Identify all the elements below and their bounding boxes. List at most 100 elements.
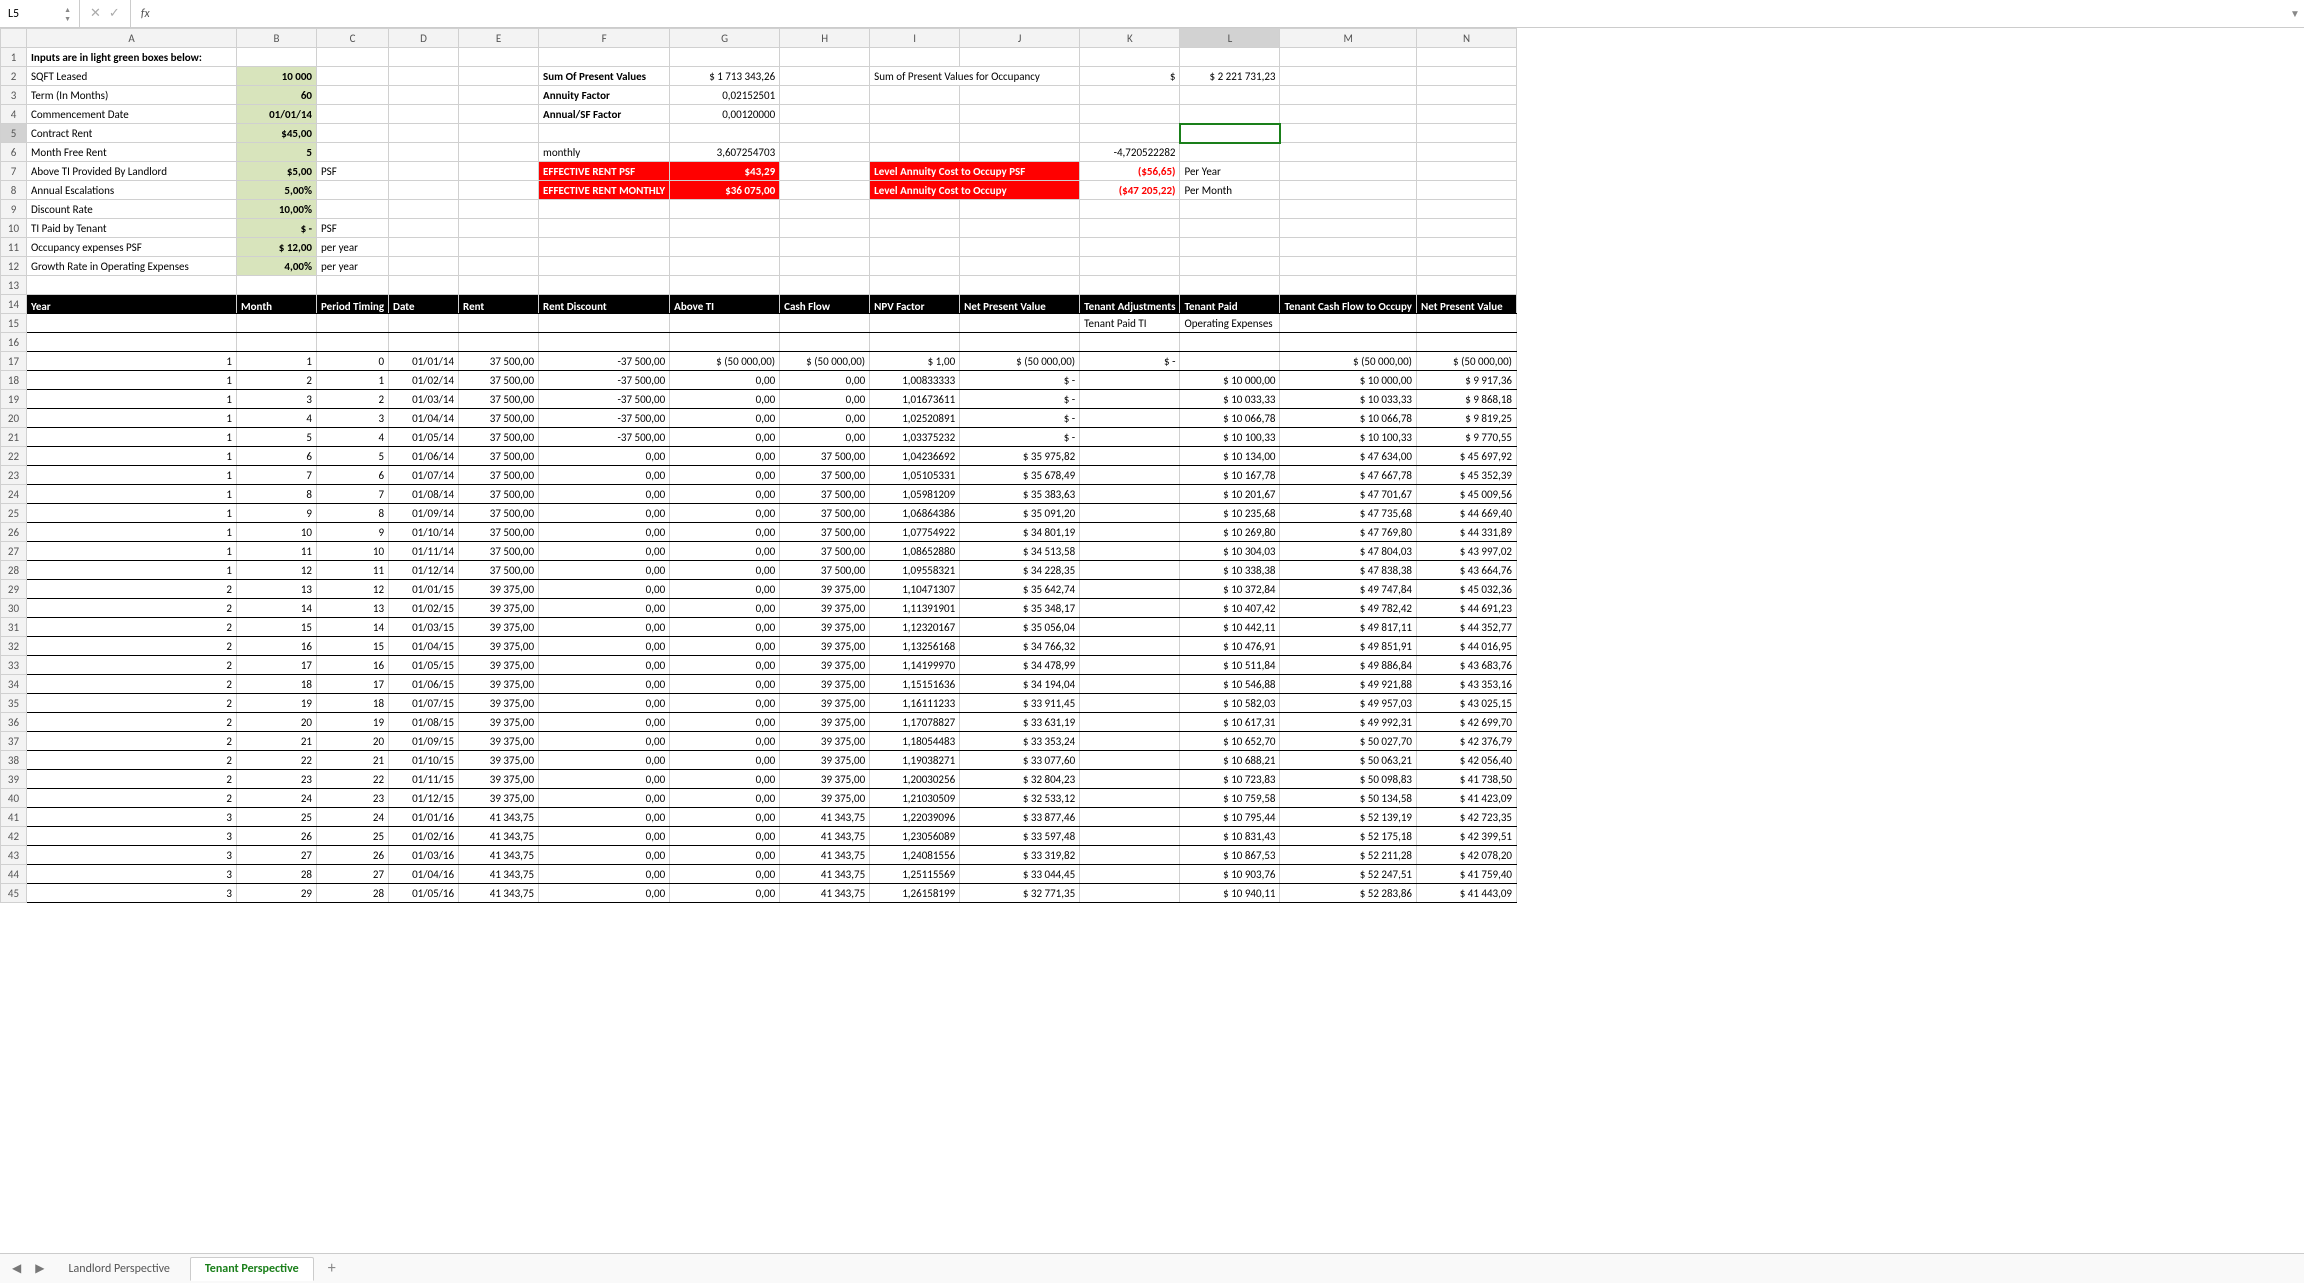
cell[interactable]: 7 <box>317 485 389 504</box>
cell[interactable]: 39 375,00 <box>459 599 539 618</box>
cell[interactable]: 15 <box>237 618 317 637</box>
cell[interactable] <box>1080 390 1180 409</box>
cell[interactable]: 01/05/16 <box>389 884 459 903</box>
table-row[interactable]: 443282701/04/1641 343,750,000,0041 343,7… <box>1 865 1517 884</box>
table-row[interactable]: 2115401/05/1437 500,00-37 500,000,000,00… <box>1 428 1517 447</box>
cell[interactable]: $ 33 631,19 <box>960 713 1080 732</box>
cell[interactable]: 01/08/15 <box>389 713 459 732</box>
cell[interactable]: 0,00 <box>780 371 870 390</box>
cell[interactable]: 25 <box>317 827 389 846</box>
cell[interactable]: $ 42 399,51 <box>1417 827 1517 846</box>
cell[interactable]: 1,16111233 <box>870 694 960 713</box>
cell[interactable] <box>1080 561 1180 580</box>
cell[interactable]: 01/03/14 <box>389 390 459 409</box>
cell[interactable]: 23 <box>237 770 317 789</box>
cell[interactable]: 1,06864386 <box>870 504 960 523</box>
cell[interactable]: -37 500,00 <box>539 352 670 371</box>
cell[interactable]: $ 35 642,74 <box>960 580 1080 599</box>
cell[interactable]: 28 <box>317 884 389 903</box>
cell[interactable]: 5,00% <box>237 181 317 200</box>
cell[interactable]: $ 43 353,16 <box>1417 675 1517 694</box>
cell[interactable]: 39 375,00 <box>780 656 870 675</box>
row-header[interactable]: 12 <box>1 257 27 276</box>
cell[interactable]: 39 375,00 <box>780 694 870 713</box>
cell[interactable]: $ 10 066,78 <box>1180 409 1280 428</box>
cell[interactable]: 4,00% <box>237 257 317 276</box>
cell[interactable]: 01/11/15 <box>389 770 459 789</box>
cell[interactable]: $ (50 000,00) <box>780 352 870 371</box>
cell[interactable]: 0 <box>317 352 389 371</box>
cell[interactable]: 37 500,00 <box>780 485 870 504</box>
cell[interactable]: 0,00 <box>539 675 670 694</box>
cell[interactable]: Commencement Date <box>27 105 237 124</box>
cell[interactable]: 0,00 <box>539 846 670 865</box>
cell[interactable]: $ - <box>960 428 1080 447</box>
cell[interactable]: 0,00 <box>670 599 780 618</box>
cell[interactable]: $ 10 304,03 <box>1180 542 1280 561</box>
cell[interactable]: $ 43 997,02 <box>1417 542 1517 561</box>
cell[interactable]: 1,20030256 <box>870 770 960 789</box>
cell[interactable]: 37 500,00 <box>780 561 870 580</box>
cell[interactable] <box>1080 542 1180 561</box>
cell[interactable]: $ 52 283,86 <box>1280 884 1417 903</box>
cell[interactable]: per year <box>317 238 389 257</box>
cell[interactable]: $5,00 <box>237 162 317 181</box>
cell[interactable]: Month Free Rent <box>27 143 237 162</box>
cell[interactable]: 39 375,00 <box>459 694 539 713</box>
cell[interactable]: $ 10 652,70 <box>1180 732 1280 751</box>
cell[interactable]: 2 <box>27 656 237 675</box>
cell[interactable]: $ 10 476,91 <box>1180 637 1280 656</box>
cell[interactable]: Annuity Factor <box>539 86 670 105</box>
cell[interactable]: 1 <box>27 371 237 390</box>
cell[interactable]: $43,29 <box>670 162 780 181</box>
cell[interactable]: 3 <box>317 409 389 428</box>
tab-add-icon[interactable]: + <box>320 1259 344 1278</box>
cell[interactable]: PSF <box>317 219 389 238</box>
cell[interactable]: Above TI Provided By Landlord <box>27 162 237 181</box>
col-header[interactable]: D <box>389 29 459 48</box>
tab-next-icon[interactable]: ▶ <box>31 1261 48 1276</box>
cell[interactable]: $ 33 319,82 <box>960 846 1080 865</box>
cell[interactable]: $ 35 678,49 <box>960 466 1080 485</box>
cell[interactable]: 0,00 <box>780 390 870 409</box>
cell[interactable]: $ 43 664,76 <box>1417 561 1517 580</box>
cell[interactable]: 1,19038271 <box>870 751 960 770</box>
cell[interactable]: $ 42 723,35 <box>1417 808 1517 827</box>
cell[interactable]: 20 <box>317 732 389 751</box>
cell[interactable]: Period Timing <box>317 295 389 314</box>
cell[interactable]: 0,00 <box>670 447 780 466</box>
cell[interactable]: 19 <box>317 713 389 732</box>
row-header[interactable]: 31 <box>1 618 27 637</box>
cell[interactable]: $ 35 975,82 <box>960 447 1080 466</box>
cell[interactable]: $ 10 372,84 <box>1180 580 1280 599</box>
cell[interactable]: 0,00 <box>670 542 780 561</box>
cell[interactable]: $ - <box>1080 352 1180 371</box>
cell[interactable]: 01/03/16 <box>389 846 459 865</box>
cell[interactable]: $ 52 211,28 <box>1280 846 1417 865</box>
cell[interactable]: 0,00 <box>670 618 780 637</box>
tab-tenant[interactable]: Tenant Perspective <box>190 1257 314 1281</box>
cell[interactable]: 3 <box>27 884 237 903</box>
cell[interactable]: $ 52 139,19 <box>1280 808 1417 827</box>
cell[interactable]: $ 43 683,76 <box>1417 656 1517 675</box>
cell[interactable]: $ 34 801,19 <box>960 523 1080 542</box>
cell[interactable]: 01/05/14 <box>389 428 459 447</box>
cell[interactable]: Level Annuity Cost to Occupy PSF <box>870 162 1080 181</box>
cell[interactable] <box>1080 637 1180 656</box>
cell[interactable]: -4,720522282 <box>1080 143 1180 162</box>
cell[interactable]: 1,23056089 <box>870 827 960 846</box>
cell[interactable]: $ 9 868,18 <box>1417 390 1517 409</box>
cell[interactable]: $ 10 688,21 <box>1180 751 1280 770</box>
cell[interactable]: 1,09558321 <box>870 561 960 580</box>
cell[interactable]: 01/12/15 <box>389 789 459 808</box>
cell[interactable]: 1,12320167 <box>870 618 960 637</box>
cell[interactable]: 14 <box>237 599 317 618</box>
cell[interactable]: $ 34 194,04 <box>960 675 1080 694</box>
table-row[interactable]: 433272601/03/1641 343,750,000,0041 343,7… <box>1 846 1517 865</box>
cell[interactable]: 10 <box>317 542 389 561</box>
cell[interactable]: Per Year <box>1180 162 1280 181</box>
cell[interactable]: 37 500,00 <box>459 523 539 542</box>
cell[interactable]: 13 <box>237 580 317 599</box>
cell[interactable]: $ - <box>960 390 1080 409</box>
cell[interactable]: Annual/SF Factor <box>539 105 670 124</box>
